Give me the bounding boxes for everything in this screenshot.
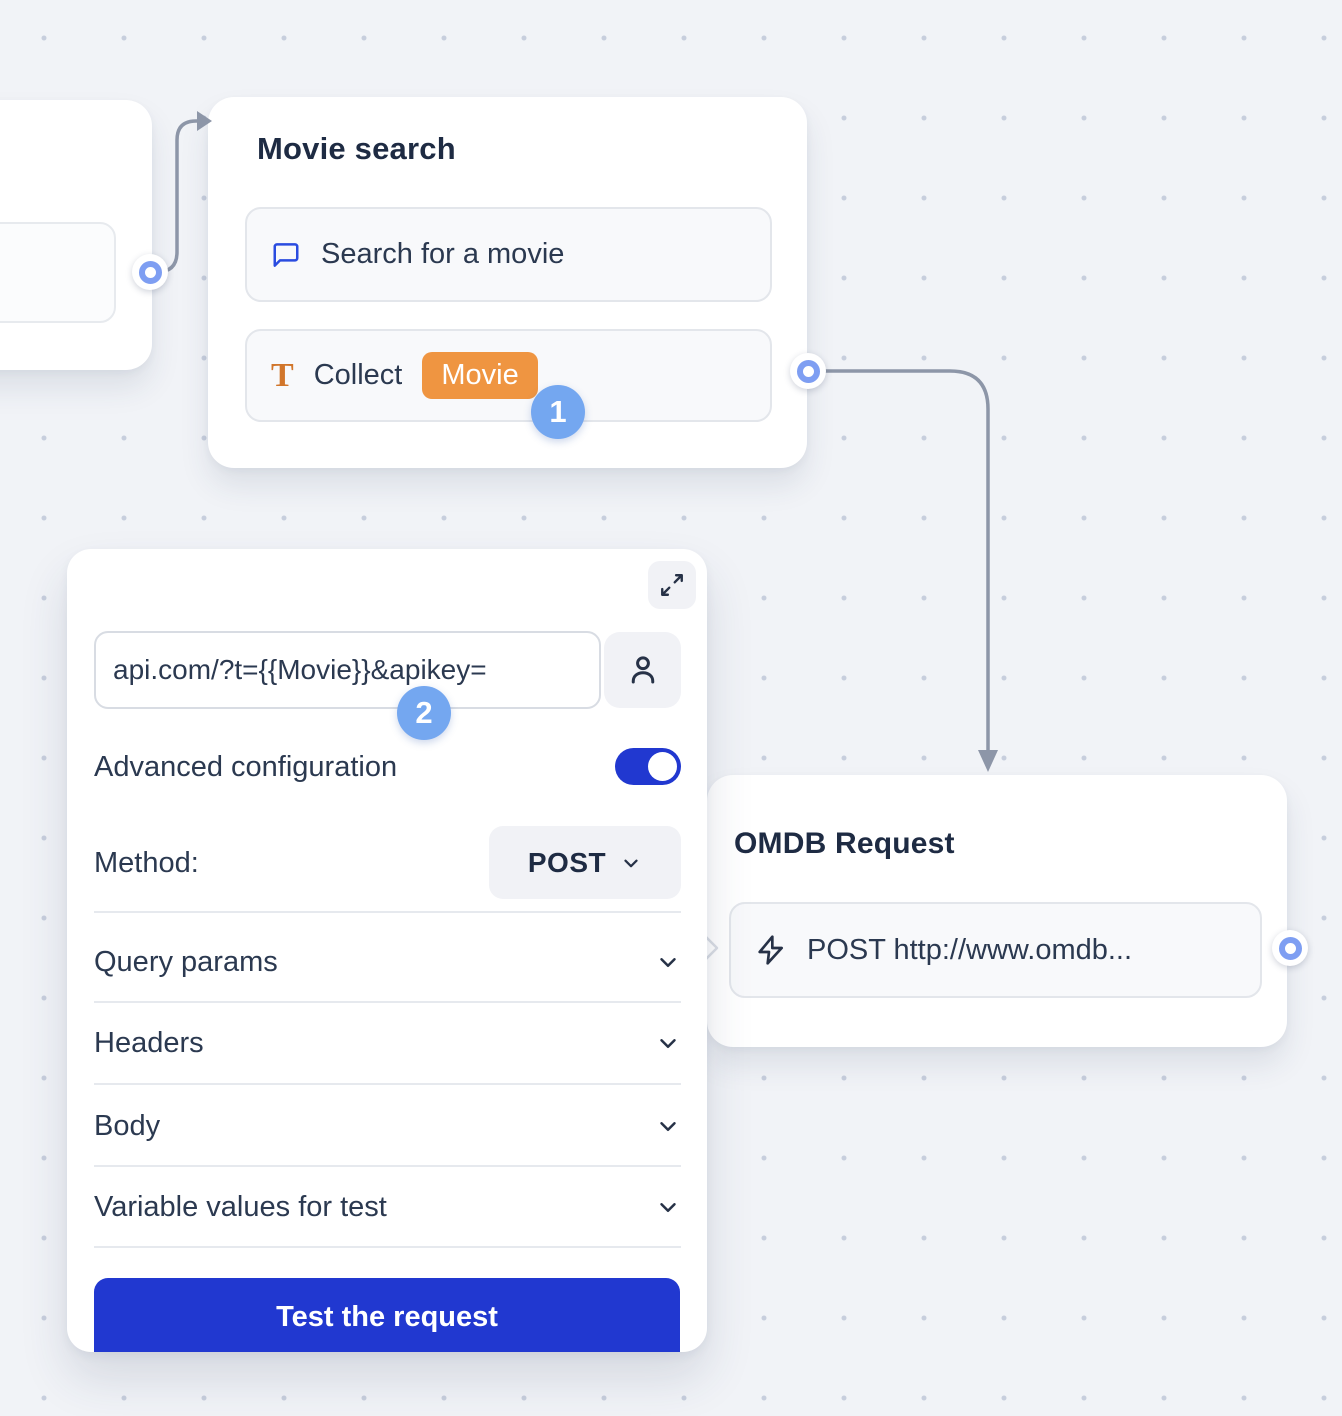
chevron-down-icon (620, 852, 642, 874)
advanced-configuration-label: Advanced configuration (94, 751, 397, 784)
node-row-label: Collect (314, 359, 403, 392)
section-label: Body (94, 1110, 160, 1143)
partial-node-row[interactable] (0, 222, 116, 323)
section-variable-values[interactable]: Variable values for test (94, 1167, 681, 1247)
method-label: Method: (94, 847, 199, 880)
edge-partial-to-movie-search[interactable] (150, 121, 199, 272)
url-input[interactable]: api.com/?t={{Movie}}&apikey= (94, 631, 601, 709)
port-ring (1279, 937, 1302, 960)
output-port-partial-card[interactable] (132, 254, 168, 290)
section-body[interactable]: Body (94, 1086, 681, 1166)
node-title: OMDB Request (734, 827, 955, 861)
text-input-icon: T (271, 359, 294, 393)
node-row-collect[interactable]: T Collect Movie (245, 329, 772, 422)
output-port-movie-search[interactable] (790, 353, 826, 389)
annotation-badge-1: 1 (531, 385, 585, 439)
divider (94, 1246, 681, 1248)
section-label: Headers (94, 1027, 204, 1060)
node-omdb-request[interactable]: OMDB Request POST http://www.omdb... (707, 775, 1287, 1047)
node-title: Movie search (257, 131, 456, 167)
annotation-badge-2: 2 (397, 686, 451, 740)
chevron-down-icon (655, 949, 681, 975)
output-port-omdb-request[interactable] (1272, 930, 1308, 966)
node-row-webhook[interactable]: POST http://www.omdb... (729, 902, 1262, 998)
divider (94, 1083, 681, 1085)
expand-icon (659, 572, 685, 598)
chevron-down-icon (655, 1030, 681, 1056)
chat-bubble-icon (271, 240, 301, 270)
partial-node-card[interactable] (0, 100, 152, 370)
method-dropdown[interactable]: POST (489, 826, 681, 899)
edge-movie-search-to-omdb[interactable] (808, 371, 988, 752)
url-input-value: api.com/?t={{Movie}}&apikey= (113, 654, 487, 686)
section-label: Query params (94, 946, 278, 979)
toggle-knob (648, 752, 677, 781)
insert-variable-button[interactable] (604, 632, 681, 708)
person-icon (625, 652, 661, 688)
edge-arrowhead-down (978, 750, 998, 772)
webhook-config-panel: api.com/?t={{Movie}}&apikey= Advanced co… (67, 549, 707, 1352)
section-headers[interactable]: Headers (94, 1003, 681, 1083)
port-ring (797, 360, 820, 383)
test-request-button[interactable]: Test the request (94, 1278, 680, 1352)
section-query-params[interactable]: Query params (94, 922, 681, 1002)
node-row-question[interactable]: Search for a movie (245, 207, 772, 302)
chevron-down-icon (655, 1194, 681, 1220)
port-ring (139, 261, 162, 284)
flow-canvas[interactable]: Movie search Search for a movie T Collec… (0, 0, 1342, 1416)
node-movie-search[interactable]: Movie search Search for a movie T Collec… (208, 97, 807, 468)
node-row-label: POST http://www.omdb... (807, 934, 1132, 967)
section-label: Variable values for test (94, 1191, 387, 1224)
lightning-icon (755, 934, 787, 966)
chevron-down-icon (655, 1113, 681, 1139)
divider (94, 911, 681, 913)
advanced-configuration-toggle[interactable] (615, 748, 681, 785)
node-row-label: Search for a movie (321, 238, 564, 271)
method-value: POST (528, 847, 606, 879)
variable-chip[interactable]: Movie (422, 352, 537, 399)
expand-panel-button[interactable] (648, 561, 696, 609)
